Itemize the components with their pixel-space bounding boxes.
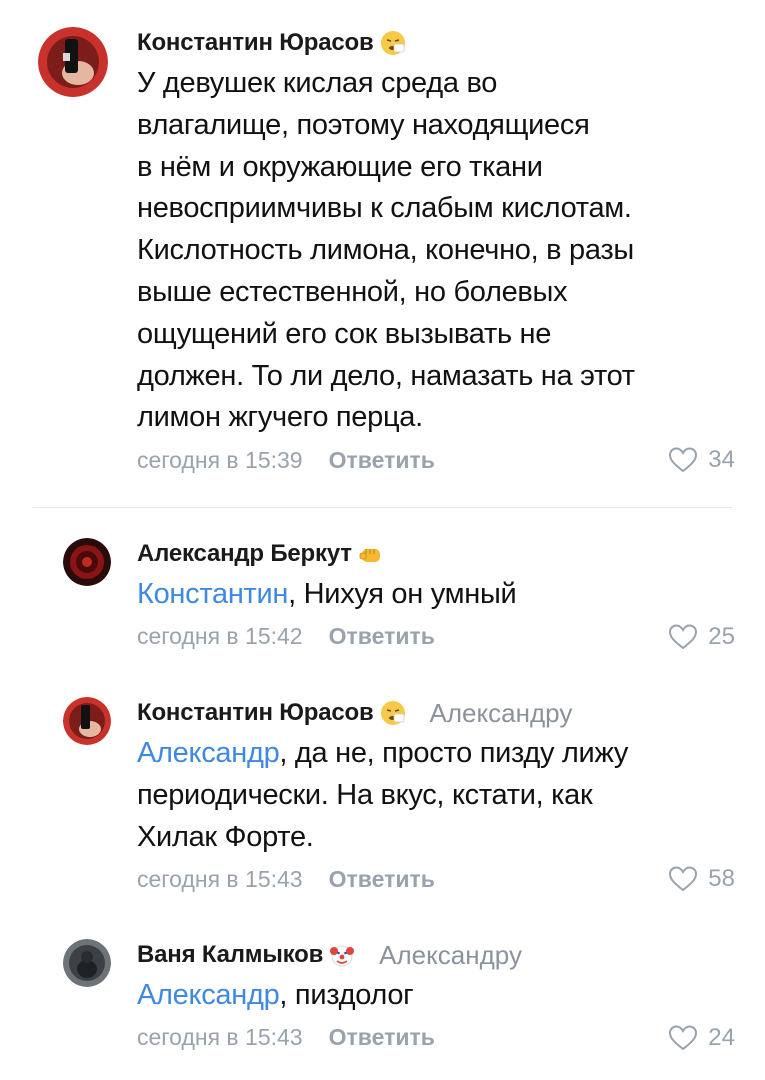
reply-button[interactable]: Ответить xyxy=(329,623,435,650)
avatar-image xyxy=(38,27,108,97)
mention-link[interactable]: Александр xyxy=(137,737,280,769)
sneezing-face-icon xyxy=(380,700,406,726)
text-line: Хилак Форте. xyxy=(137,820,314,853)
reply-button[interactable]: Ответить xyxy=(329,447,435,474)
like-count: 25 xyxy=(708,622,735,650)
author-name[interactable]: Ваня Калмыков xyxy=(137,941,323,969)
like-count: 58 xyxy=(708,865,735,893)
avatar-image xyxy=(63,939,111,987)
text-line: ощущений его сок вызывать не xyxy=(137,317,552,350)
like-button[interactable]: 25 xyxy=(668,620,735,654)
reply-to-link[interactable]: Александру xyxy=(430,698,573,729)
text-span: , да не, просто пизду лижу xyxy=(279,737,629,769)
author-name[interactable]: Константин Юрасов xyxy=(137,699,374,727)
heart-icon xyxy=(669,624,698,650)
avatar-image xyxy=(63,538,111,586)
avatar-image xyxy=(63,697,111,745)
comment-time: сегодня в 15:42 xyxy=(137,623,303,650)
reply-to-link[interactable]: Александру xyxy=(379,940,522,971)
divider xyxy=(33,507,732,508)
avatar[interactable] xyxy=(63,939,111,987)
text-span: , пиздолог xyxy=(279,979,414,1011)
comment-text: У девушек кислая среда во влагалище, поэ… xyxy=(137,63,735,439)
like-button[interactable]: 34 xyxy=(668,443,735,477)
comment-text: Константин, Нихуя он умный xyxy=(137,574,735,616)
text-line: У девушек кислая среда во xyxy=(137,67,498,99)
author-name[interactable]: Александр Беркут xyxy=(137,540,352,568)
text-line: невосприимчивы к слабым кислотам. xyxy=(137,192,632,225)
text-span: , Нихуя он умный xyxy=(288,578,517,610)
clown-face-icon xyxy=(329,942,355,968)
text-line: периодически. На вкус, кстати, как xyxy=(137,778,593,811)
heart-icon xyxy=(669,866,698,892)
text-line: в нём и окружающие его ткани xyxy=(137,150,543,183)
like-button[interactable]: 58 xyxy=(668,862,735,896)
like-count: 24 xyxy=(708,1023,735,1051)
heart-icon xyxy=(669,447,698,473)
like-count: 34 xyxy=(708,446,735,474)
text-line: лимон жгучего перца. xyxy=(137,401,423,434)
text-line: должен. То ли дело, намазать на этот xyxy=(137,359,635,392)
avatar[interactable] xyxy=(63,697,111,745)
avatar[interactable] xyxy=(63,538,111,586)
author-name[interactable]: Константин Юрасов xyxy=(137,29,374,57)
reply-button[interactable]: Ответить xyxy=(329,1024,435,1051)
text-line: Кислотность лимона, конечно, в разы xyxy=(137,234,634,267)
like-button[interactable]: 24 xyxy=(668,1021,735,1055)
comment-text: Александр, да не, просто пизду лижу пери… xyxy=(137,733,735,858)
comment-time: сегодня в 15:39 xyxy=(137,446,303,473)
reply-button[interactable]: Ответить xyxy=(329,866,435,893)
avatar[interactable] xyxy=(38,27,108,97)
mention-link[interactable]: Константин xyxy=(137,578,288,610)
comment-time: сегодня в 15:43 xyxy=(137,865,303,892)
text-line: влагалище, поэтому находящиеся xyxy=(137,108,590,141)
sneezing-face-icon xyxy=(380,30,406,56)
comment-time: сегодня в 15:43 xyxy=(137,1024,303,1051)
mention-link[interactable]: Александр xyxy=(137,979,280,1011)
fist-icon xyxy=(358,541,384,567)
heart-icon xyxy=(669,1025,698,1051)
comment-text: Александр, пиздолог xyxy=(137,975,735,1017)
text-line: выше естественной, но болевых xyxy=(137,275,568,308)
